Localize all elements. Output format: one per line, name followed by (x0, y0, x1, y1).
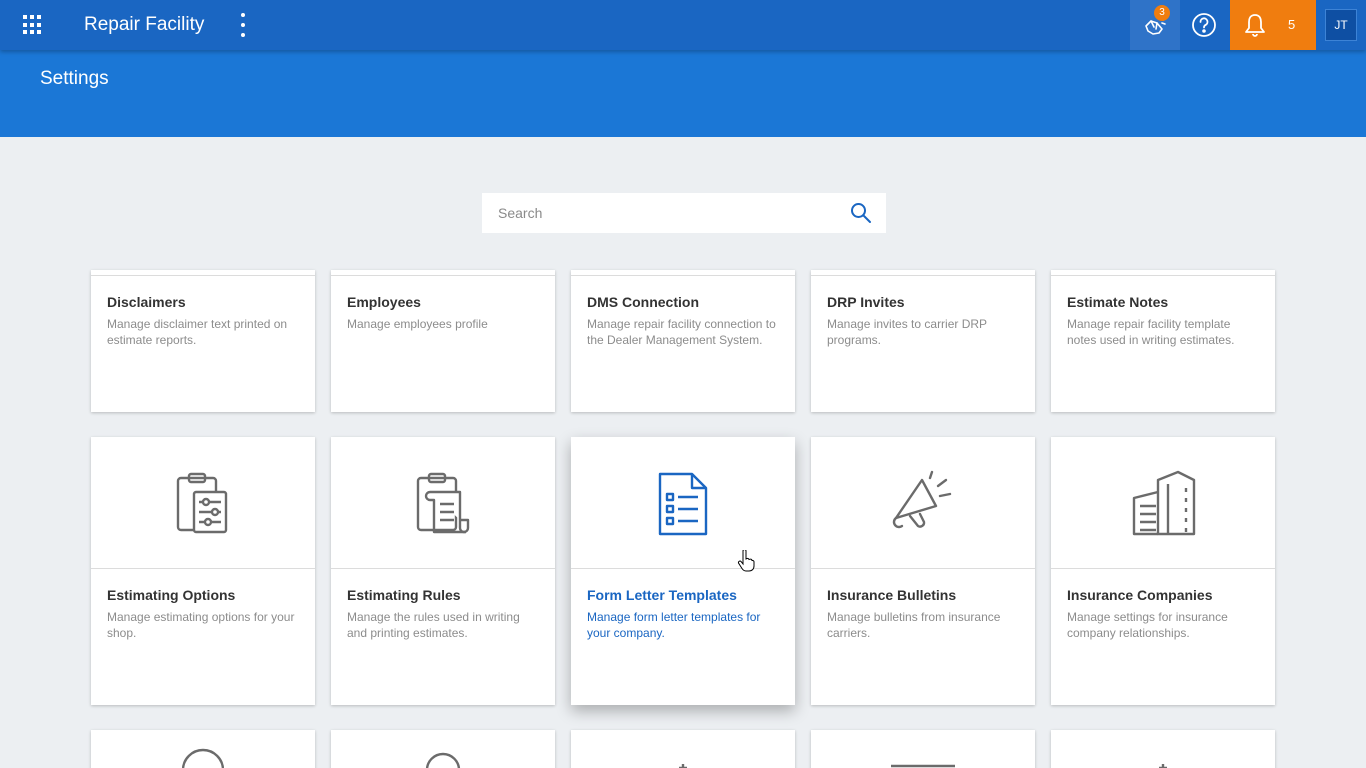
page-header-banner: Settings (0, 50, 1366, 137)
hand-cursor-icon (737, 550, 755, 572)
card-icon (679, 764, 687, 768)
card-title: Estimate Notes (1067, 294, 1169, 310)
card-icon (181, 748, 225, 768)
settings-card-dms-connection[interactable]: DMS Connection Manage repair facility co… (571, 270, 795, 412)
card-title: Form Letter Templates (587, 587, 737, 603)
card-icon (425, 752, 461, 768)
settings-card[interactable] (331, 730, 555, 768)
card-title: Disclaimers (107, 294, 186, 310)
card-description: Manage repair facility template notes us… (1067, 317, 1235, 347)
card-description: Manage employees profile (347, 317, 488, 331)
card-description: Manage disclaimer text printed on estima… (107, 317, 288, 347)
card-top-strip (331, 270, 555, 276)
card-description: Manage the rules used in writing and pri… (347, 610, 520, 640)
card-top-strip (811, 270, 1035, 276)
settings-card[interactable] (91, 730, 315, 768)
card-description: Manage bulletins from insurance carriers… (827, 610, 1001, 640)
card-title: Insurance Bulletins (827, 587, 957, 603)
settings-card-estimating-rules[interactable]: Estimating Rules Manage the rules used i… (331, 437, 555, 705)
settings-card[interactable] (811, 730, 1035, 768)
card-description: Manage settings for insurance company re… (1067, 610, 1228, 640)
card-icon-area (91, 437, 315, 569)
clipboard-sliders-icon (176, 472, 228, 533)
card-icon (1159, 764, 1167, 768)
settings-card-insurance-companies[interactable]: Insurance Companies Manage settings for … (1051, 437, 1275, 705)
top-app-bar: Repair Facility 3 5 JT (0, 0, 1366, 50)
user-avatar[interactable]: JT (1325, 9, 1357, 41)
card-icon-area (331, 437, 555, 569)
settings-card[interactable] (1051, 730, 1275, 768)
megaphone-icon (892, 470, 952, 528)
more-options-icon[interactable] (236, 10, 250, 40)
help-button[interactable] (1180, 0, 1228, 50)
settings-card-employees[interactable]: Employees Manage employees profile (331, 270, 555, 412)
settings-card[interactable] (571, 730, 795, 768)
settings-card-insurance-bulletins[interactable]: Insurance Bulletins Manage bulletins fro… (811, 437, 1035, 705)
help-icon (1192, 13, 1216, 37)
card-title: DMS Connection (587, 294, 699, 310)
building-icon (1132, 470, 1196, 535)
clipboard-scroll-icon (416, 472, 470, 533)
card-icon (891, 764, 955, 768)
celebrate-button[interactable]: 3 (1130, 0, 1180, 50)
card-title: DRP Invites (827, 294, 905, 310)
settings-card-form-letter-templates[interactable]: Form Letter Templates Manage form letter… (571, 437, 795, 705)
card-top-strip (1051, 270, 1275, 276)
card-description: Manage form letter templates for your co… (587, 610, 761, 640)
notifications-count: 5 (1288, 17, 1296, 32)
search-input[interactable] (482, 193, 832, 233)
celebrate-badge: 3 (1154, 5, 1170, 21)
settings-search (482, 193, 886, 233)
card-title: Estimating Options (107, 587, 236, 603)
settings-card-disclaimers[interactable]: Disclaimers Manage disclaimer text print… (91, 270, 315, 412)
page-title: Settings (40, 68, 109, 89)
bell-icon (1245, 14, 1265, 37)
card-icon-area (571, 437, 795, 569)
document-list-icon (658, 472, 708, 535)
settings-card-estimate-notes[interactable]: Estimate Notes Manage repair facility te… (1051, 270, 1275, 412)
notifications-button[interactable]: 5 (1230, 0, 1316, 50)
card-description: Manage invites to carrier DRP programs. (827, 317, 987, 347)
card-title: Employees (347, 294, 421, 310)
card-description: Manage repair facility connection to the… (587, 317, 776, 347)
card-title: Estimating Rules (347, 587, 461, 603)
app-launcher-icon[interactable] (20, 12, 46, 38)
settings-card-drp-invites[interactable]: DRP Invites Manage invites to carrier DR… (811, 270, 1035, 412)
card-title: Insurance Companies (1067, 587, 1213, 603)
card-icon-area (1051, 437, 1275, 569)
card-description: Manage estimating options for your shop. (107, 610, 295, 640)
card-top-strip (91, 270, 315, 276)
card-icon-area (811, 437, 1035, 569)
settings-card-estimating-options[interactable]: Estimating Options Manage estimating opt… (91, 437, 315, 705)
search-icon[interactable] (850, 202, 872, 224)
app-title: Repair Facility (84, 14, 205, 35)
card-top-strip (571, 270, 795, 276)
